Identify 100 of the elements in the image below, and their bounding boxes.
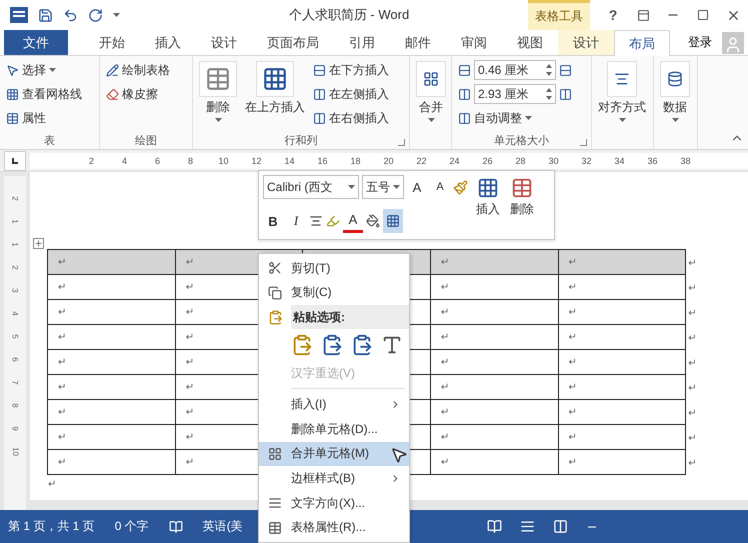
- database-icon: [667, 71, 683, 87]
- ribbon-tab[interactable]: 审阅: [446, 30, 502, 55]
- ribbon-button[interactable]: 在下方插入: [311, 59, 391, 81]
- sign-in-link[interactable]: 登录: [682, 30, 718, 55]
- table-delete-icon: [511, 177, 533, 199]
- grow-font-button[interactable]: A: [407, 175, 427, 199]
- ribbon-tab[interactable]: 文件: [4, 30, 68, 55]
- ribbon-tab[interactable]: 插入: [140, 30, 196, 55]
- ribbon-tab[interactable]: 邮件: [390, 30, 446, 55]
- caret-icon: [672, 118, 678, 122]
- autofit-button[interactable]: 自动调整: [456, 107, 574, 129]
- data-button[interactable]: 数据: [658, 59, 692, 131]
- web-layout-icon[interactable]: [553, 519, 568, 534]
- mouse-pointer-icon: [390, 446, 408, 464]
- delete-button[interactable]: 删除: [508, 175, 536, 235]
- spinner-arrows-icon[interactable]: [546, 88, 552, 100]
- table-cell: ↵: [558, 250, 686, 274]
- caret-icon: [113, 13, 120, 17]
- tab-selector-icon[interactable]: [4, 150, 26, 170]
- ribbon-display-icon[interactable]: [636, 8, 650, 22]
- insert-button[interactable]: 插入: [474, 175, 502, 235]
- font-color-button[interactable]: A: [343, 209, 363, 233]
- bold-button[interactable]: B: [263, 209, 283, 233]
- save-icon[interactable]: [38, 8, 53, 22]
- menu-item[interactable]: 表格属性(R)...: [259, 515, 409, 540]
- language-indicator[interactable]: 英语(美: [202, 518, 243, 535]
- ribbon-button[interactable]: 橡皮擦: [104, 83, 172, 105]
- group-label: 绘图: [135, 134, 157, 148]
- rows-icon: [458, 64, 471, 76]
- ribbon-button[interactable]: 绘制表格: [104, 59, 172, 81]
- redo-icon[interactable]: [88, 8, 103, 22]
- ribbon-tab[interactable]: 布局: [614, 30, 670, 56]
- book-icon[interactable]: [168, 520, 183, 534]
- maximize-icon[interactable]: [697, 9, 709, 21]
- ribbon-tab[interactable]: 页面布局: [252, 30, 334, 55]
- caret-icon: [214, 118, 222, 122]
- caret-icon: [348, 185, 355, 189]
- grid-icon: [6, 88, 19, 100]
- end-of-row-mark: ↵: [688, 333, 697, 344]
- dialog-launcher-icon[interactable]: [398, 139, 405, 146]
- table-move-handle-icon[interactable]: [33, 238, 44, 249]
- menu-item[interactable]: 合并单元格(M): [259, 442, 409, 466]
- end-of-row-mark: ↵: [688, 383, 697, 394]
- clipboard-icon[interactable]: [291, 334, 313, 356]
- ribbon-button[interactable]: 查看网格线: [4, 83, 84, 105]
- table-cell: ↵: [48, 250, 176, 274]
- page-count[interactable]: 第 1 页，共 1 页: [8, 518, 95, 535]
- pencil-icon: [106, 64, 119, 76]
- borders-button[interactable]: [383, 209, 403, 233]
- word-count[interactable]: 0 个字: [114, 518, 149, 535]
- ribbon-button[interactable]: 属性: [4, 107, 84, 129]
- group-label: 单元格大小: [494, 134, 549, 148]
- delete-button[interactable]: 删除: [197, 59, 239, 131]
- insert-above-button[interactable]: 在上方插入: [243, 59, 307, 131]
- print-layout-icon[interactable]: [520, 519, 535, 534]
- columns-icon: [313, 112, 326, 124]
- end-of-row-mark: ↵: [688, 283, 697, 294]
- ribbon-tab[interactable]: 设计: [558, 30, 614, 55]
- end-of-row-mark: ↵: [688, 408, 697, 419]
- table-insert-icon: [477, 177, 499, 199]
- columns-icon: [458, 88, 471, 100]
- menu-item[interactable]: 文字方向(X)...: [259, 490, 409, 516]
- ribbon-button[interactable]: 在右侧插入: [311, 107, 391, 129]
- end-of-row-mark: ↵: [688, 433, 697, 444]
- merge-button[interactable]: 合并: [414, 59, 448, 131]
- dialog-launcher-icon[interactable]: [580, 139, 587, 146]
- shrink-font-button[interactable]: A: [430, 175, 450, 199]
- paintbrush-icon[interactable]: [453, 180, 468, 194]
- ribbon-tab[interactable]: 设计: [196, 30, 252, 55]
- window-title: 个人求职简历 - Word: [288, 6, 410, 24]
- grid-icon: [268, 446, 282, 461]
- group-label: 行和列: [284, 134, 318, 148]
- table-insert-icon: [262, 66, 288, 92]
- ribbon-button[interactable]: 选择: [4, 59, 84, 81]
- caret-icon: [525, 116, 532, 120]
- ribbon-tab[interactable]: 视图: [502, 30, 558, 55]
- alignment-button[interactable]: 对齐方式: [596, 59, 648, 131]
- rows-icon: [559, 64, 572, 76]
- help-button[interactable]: ?: [598, 0, 628, 30]
- word-logo-icon: [10, 7, 28, 23]
- font-size-field[interactable]: 五号: [362, 175, 404, 199]
- end-of-row-mark: ↵: [688, 358, 697, 369]
- center-align-icon[interactable]: [309, 214, 323, 228]
- ribbon-button[interactable]: 在左侧插入: [311, 83, 391, 105]
- paint-bucket-icon[interactable]: [366, 214, 380, 228]
- caret-icon: [428, 118, 434, 122]
- undo-icon[interactable]: [63, 8, 78, 22]
- ribbon-tab[interactable]: 引用: [334, 30, 390, 55]
- ribbon-tab[interactable]: 开始: [84, 30, 140, 55]
- read-mode-icon[interactable]: [487, 519, 502, 534]
- table-icon: [6, 112, 19, 124]
- end-of-row-mark: ↵: [688, 258, 697, 269]
- table-cell: ↵: [48, 450, 176, 474]
- rows-icon: [313, 64, 326, 76]
- clipboard-icon[interactable]: [321, 334, 343, 356]
- font-name-field[interactable]: Calibri (西文: [263, 175, 359, 199]
- italic-button[interactable]: I: [286, 209, 306, 233]
- horizontal-ruler: 2 4 6 8 10 12 14 16 18 20 22 24 26 28 30 32 34 36 38: [30, 152, 748, 168]
- clipboard-icon[interactable]: [351, 334, 373, 356]
- spinner-arrows-icon[interactable]: [546, 64, 552, 76]
